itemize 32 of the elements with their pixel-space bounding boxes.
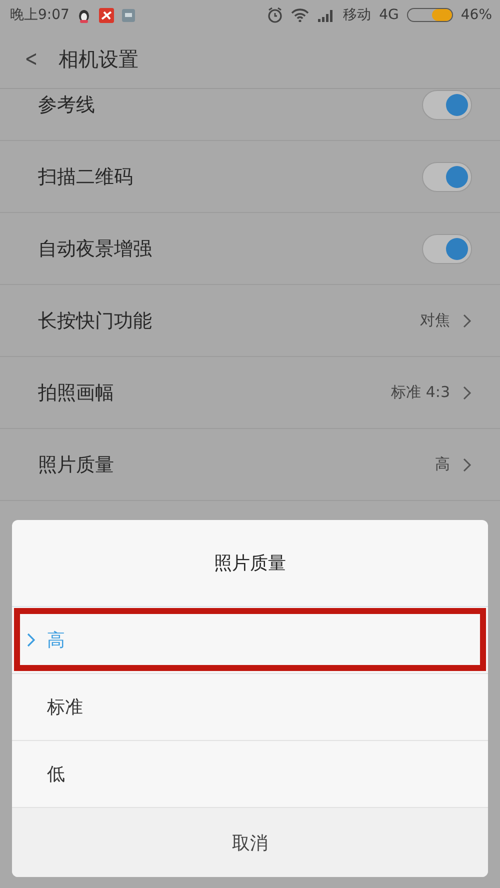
signal-icon [317, 8, 336, 22]
app-icon [99, 8, 114, 22]
battery-percent: 46% [460, 7, 492, 23]
alarm-icon [267, 7, 284, 23]
toggle-switch[interactable] [422, 162, 472, 192]
setting-label: 长按快门功能 [38, 308, 153, 334]
quality-option[interactable]: 标准 [12, 674, 488, 741]
setting-label: 参考线 [38, 92, 96, 118]
chevron-icon [462, 312, 472, 328]
toggle-switch[interactable] [422, 234, 472, 264]
setting-label: 照片质量 [38, 452, 115, 478]
dialog-title: 照片质量 [12, 520, 488, 607]
chevron-icon [462, 456, 472, 472]
chevron-icon [462, 384, 472, 400]
setting-value: 对焦 [420, 311, 450, 330]
toggle-switch[interactable] [422, 90, 472, 120]
setting-value: 高 [435, 455, 450, 474]
penguin-icon [77, 7, 92, 23]
page-title: 相机设置 [58, 46, 138, 72]
setting-label: 自动夜景增强 [38, 236, 153, 262]
cancel-button[interactable]: 取消 [12, 808, 488, 877]
setting-value: 标准 4:3 [391, 383, 450, 402]
setting-label: 拍照画幅 [38, 380, 115, 406]
back-button[interactable]: < [22, 46, 40, 72]
wifi-icon [291, 8, 310, 22]
carrier-name: 移动 [343, 6, 372, 24]
chevron-icon [27, 633, 35, 647]
setting-label: 扫描二维码 [38, 164, 134, 190]
status-time: 晚上9:07 [10, 6, 70, 24]
notification-icon [122, 8, 136, 22]
network-type: 4G [379, 7, 399, 23]
battery-icon [406, 8, 453, 22]
